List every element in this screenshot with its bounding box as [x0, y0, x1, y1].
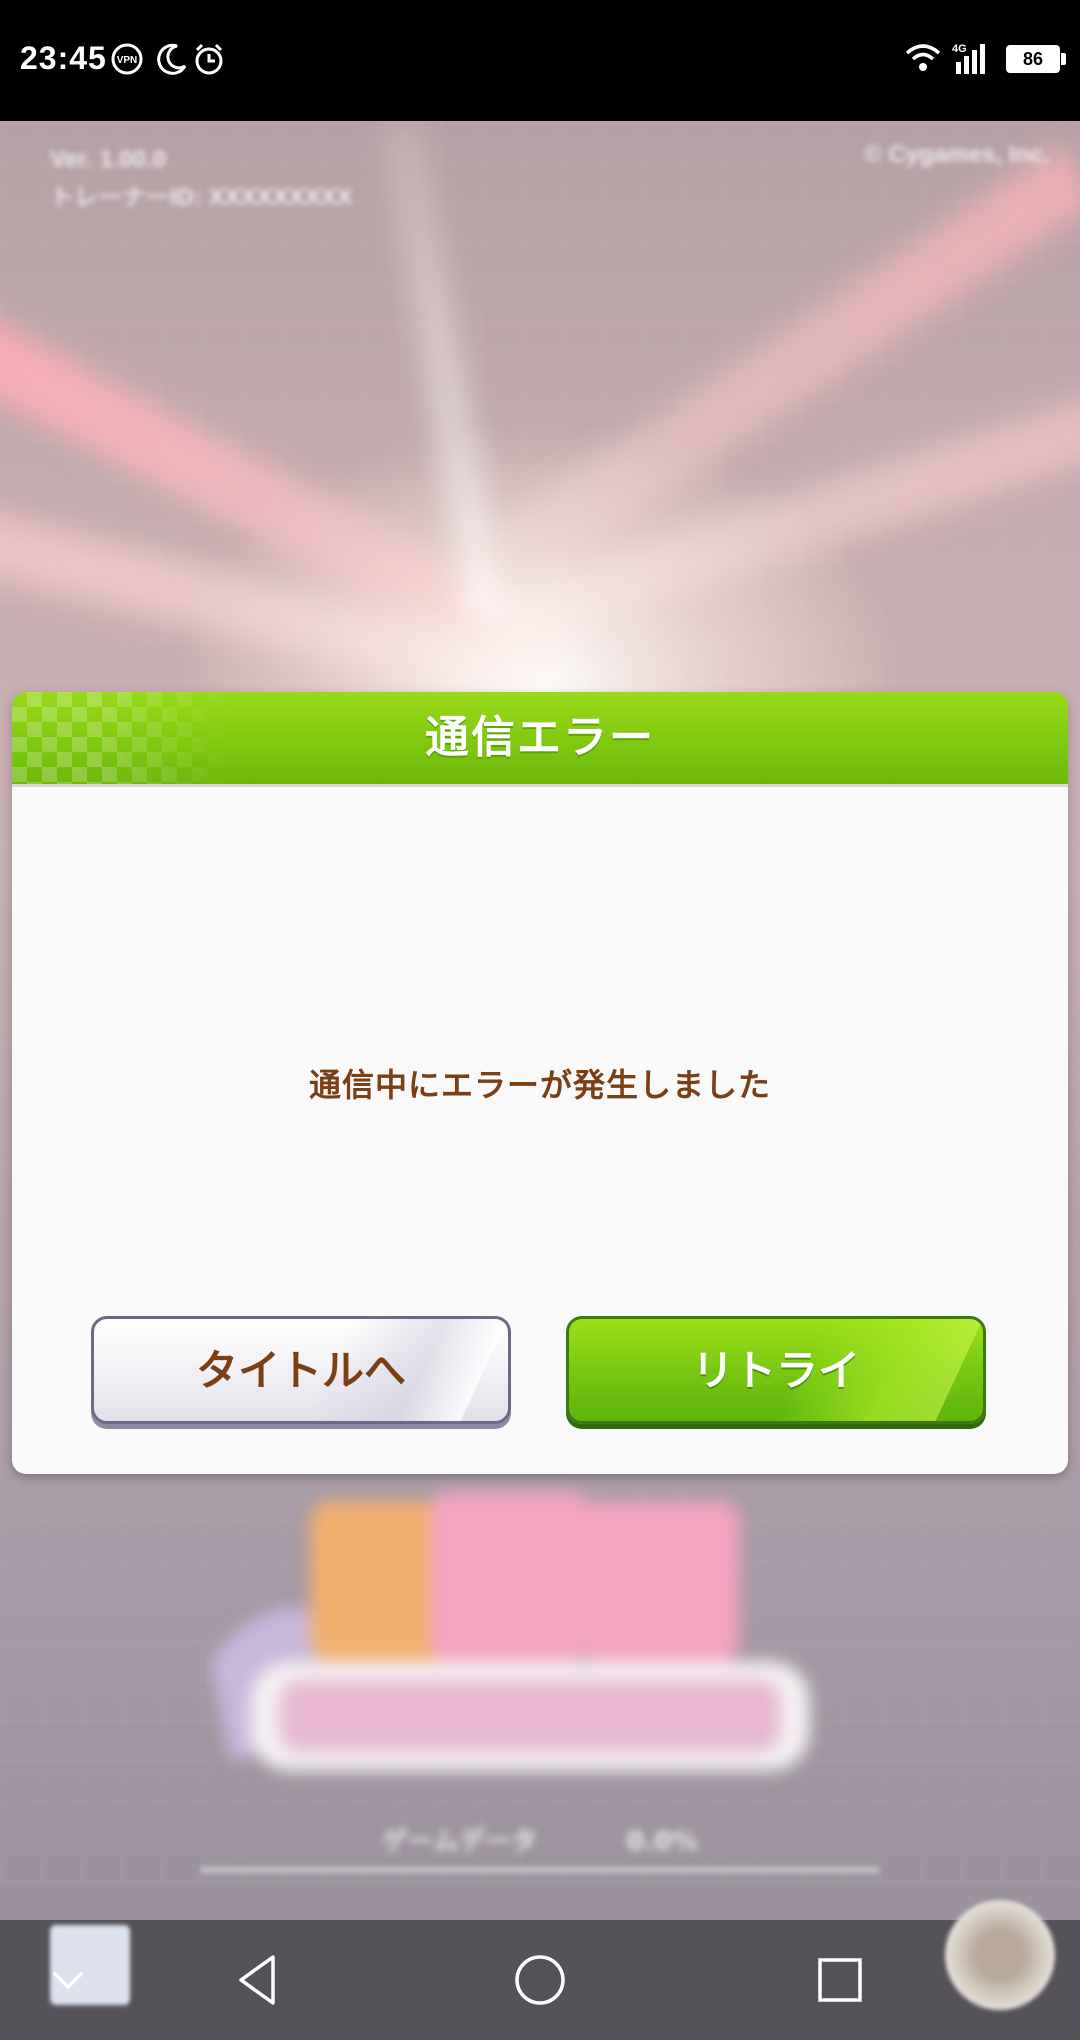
- network-type: 4G: [952, 43, 967, 55]
- retry-label: リトライ: [691, 1346, 860, 1395]
- navigation-bar: [0, 1920, 1080, 2040]
- dialog-title: 通信エラー: [425, 712, 655, 763]
- back-icon: [239, 1955, 275, 2005]
- error-dialog: 通信エラー 通信中にエラーが発生しました タイトルへ リトライ: [12, 692, 1068, 1474]
- recents-button[interactable]: [780, 1920, 900, 2040]
- game-logo: [210, 1491, 810, 1771]
- signal-icon: 4G: [952, 43, 985, 74]
- vpn-icon: VPN: [111, 43, 143, 75]
- loading-info: ゲームデータ 0.0%: [0, 1821, 1080, 1858]
- status-time: 23:45: [20, 40, 107, 76]
- moon-icon: [157, 43, 187, 75]
- trainer-id-line: トレーナーID: XXXXXXXXX: [50, 184, 353, 211]
- recents-icon: [818, 1958, 862, 2002]
- version-info: Ver. 1.00.0 トレーナーID: XXXXXXXXX: [50, 141, 353, 217]
- home-icon: [515, 1955, 565, 2005]
- loading-label: ゲームデータ: [381, 1827, 538, 1857]
- chevron-down-button[interactable]: [8, 1920, 128, 2040]
- loading-bar: [200, 1866, 880, 1874]
- chevron-down-icon: [52, 1971, 84, 1990]
- back-to-title-button[interactable]: タイトルへ: [91, 1316, 511, 1424]
- copyright-text: © Cygames, Inc.: [864, 141, 1050, 168]
- dialog-header: 通信エラー: [12, 692, 1068, 787]
- retry-button[interactable]: リトライ: [566, 1316, 986, 1424]
- home-button[interactable]: [480, 1920, 600, 2040]
- back-button[interactable]: [198, 1920, 318, 2040]
- loading-percent: 0.0%: [626, 1827, 699, 1857]
- back-to-title-label: タイトルへ: [195, 1346, 406, 1395]
- game-menu-button[interactable]: [945, 1900, 1055, 2010]
- version-line: Ver. 1.00.0: [50, 146, 167, 173]
- status-bar: 23:45 VPN 4G 86: [0, 0, 1080, 121]
- svg-text:VPN: VPN: [117, 55, 138, 66]
- dialog-message: 通信中にエラーが発生しました: [308, 1066, 771, 1104]
- battery-indicator: 86: [1006, 45, 1066, 73]
- wifi-icon: [905, 44, 941, 71]
- alarm-icon: [195, 43, 223, 75]
